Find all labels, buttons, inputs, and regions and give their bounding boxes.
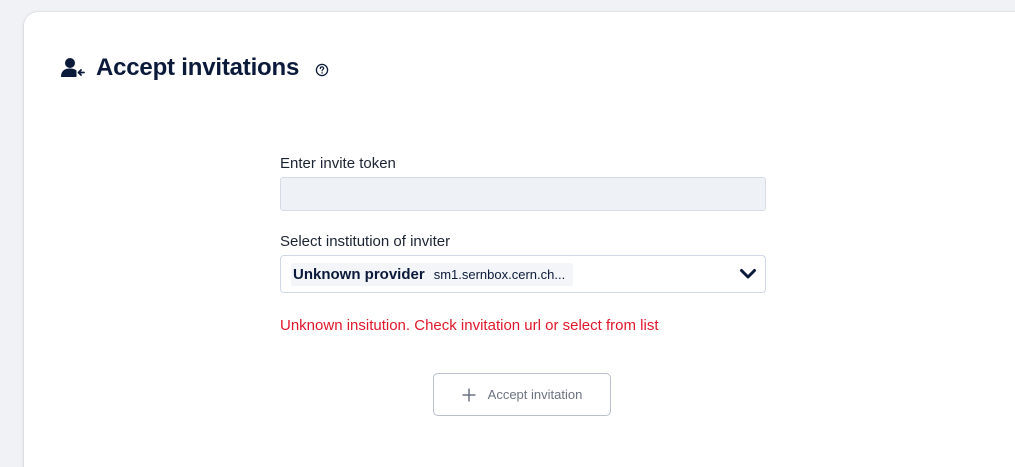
selected-provider: Unknown provider sm1.sernbox.cern.ch... — [291, 262, 574, 286]
page-title: Accept invitations — [96, 54, 300, 81]
invite-token-input[interactable] — [280, 177, 766, 211]
user-accept-icon — [60, 55, 86, 81]
accept-invitation-label: Accept invitation — [487, 387, 583, 402]
question-circle-icon[interactable] — [315, 63, 329, 77]
provider-name: Unknown provider — [293, 265, 425, 283]
page: Accept invitations Enter invite token Se… — [0, 0, 1015, 467]
institution-label: Select institution of inviter — [280, 233, 451, 250]
institution-select[interactable]: Unknown provider sm1.sernbox.cern.ch... — [280, 255, 766, 293]
accept-invitation-button[interactable]: Accept invitation — [433, 373, 611, 416]
error-message: Unknown insitution. Check invitation url… — [280, 317, 659, 334]
page-header: Accept invitations — [60, 52, 329, 84]
chevron-down-icon[interactable] — [739, 267, 757, 281]
invite-form: Enter invite token Select institution of… — [280, 155, 766, 335]
token-label: Enter invite token — [280, 155, 396, 172]
provider-domain: sm1.sernbox.cern.ch... — [433, 266, 566, 282]
plus-icon — [462, 388, 476, 402]
